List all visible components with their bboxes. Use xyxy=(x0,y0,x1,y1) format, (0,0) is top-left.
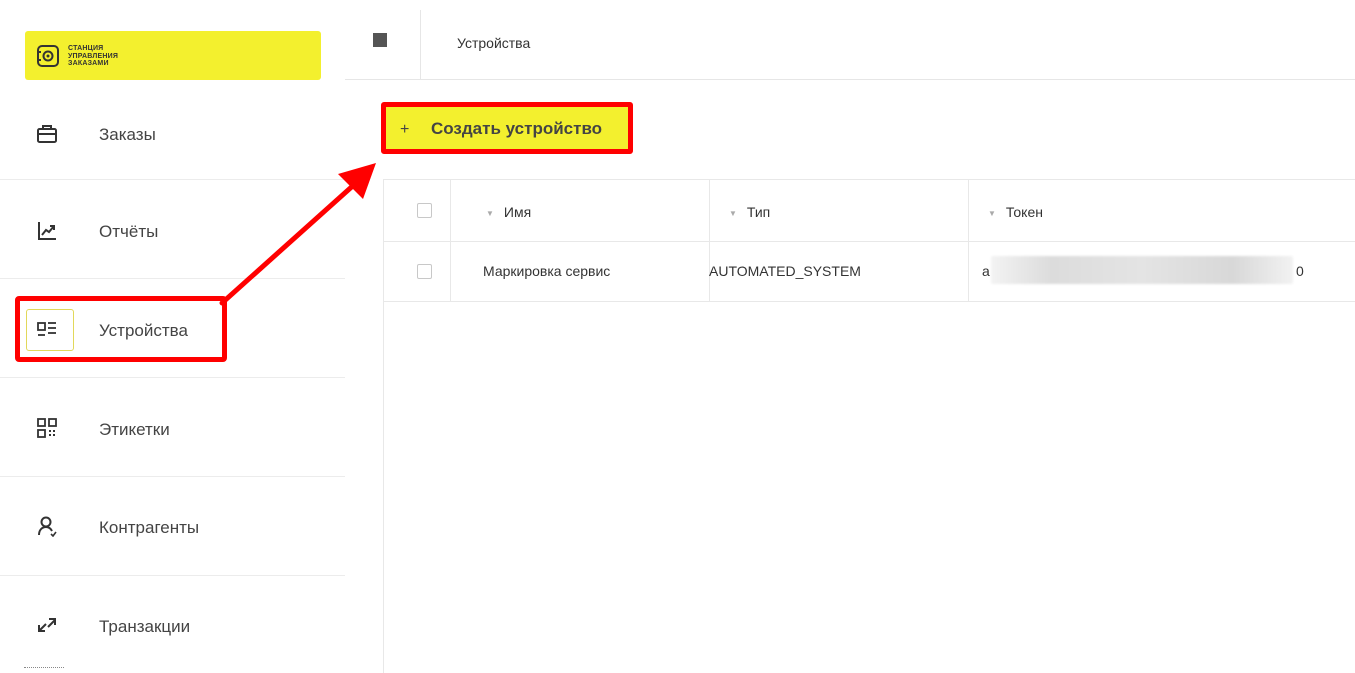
sidebar-item-labels[interactable]: Этикетки xyxy=(0,378,345,477)
devices-table: ▼ Имя ▼ Тип ▼ Токен Маркировка сервис AUTOM… xyxy=(383,179,1355,673)
user-icon xyxy=(38,516,57,537)
create-device-label: Создать устройство xyxy=(431,119,603,138)
select-all-checkbox[interactable] xyxy=(417,203,432,218)
sort-icon: ▼ xyxy=(729,208,737,218)
sidebar-item-reports[interactable]: Отчёты xyxy=(0,180,345,279)
app-logo[interactable]: СТАНЦИЯ УПРАВЛЕНИЯ ЗАКАЗАМИ xyxy=(25,31,321,80)
column-header-label: Тип xyxy=(746,204,771,220)
column-divider xyxy=(968,242,969,301)
column-header-type[interactable]: ▼ Тип xyxy=(729,204,770,220)
cell-token-end: 0 xyxy=(1296,263,1304,279)
cell-token-start: a xyxy=(982,263,990,279)
transfer-icon xyxy=(38,618,56,632)
logo-text: СТАНЦИЯ УПРАВЛЕНИЯ ЗАКАЗАМИ xyxy=(68,45,118,68)
topbar-divider xyxy=(420,10,421,80)
briefcase-icon xyxy=(37,125,57,143)
column-divider xyxy=(450,242,451,301)
logo-line-1: СТАНЦИЯ xyxy=(68,45,104,52)
column-header-name[interactable]: ▼ Имя xyxy=(486,204,531,220)
sidebar-item-orders[interactable]: Заказы xyxy=(0,81,345,180)
sidebar-item-label: Этикетки xyxy=(99,420,170,439)
sidebar-item-transactions[interactable]: Транзакции xyxy=(0,576,345,673)
sidebar-item-label: Отчёты xyxy=(99,222,159,241)
column-header-label: Имя xyxy=(503,204,532,220)
token-redacted xyxy=(991,256,1293,284)
table-row[interactable]: Маркировка сервис AUTOMATED_SYSTEM a 0 xyxy=(384,242,1355,302)
chart-icon xyxy=(38,222,56,240)
sidebar-item-label: Контрагенты xyxy=(99,518,200,537)
qr-code-icon xyxy=(37,418,57,438)
table-header: ▼ Имя ▼ Тип ▼ Токен xyxy=(384,180,1355,242)
column-divider xyxy=(450,180,451,241)
page-title: Устройства xyxy=(457,35,531,51)
cell-type: AUTOMATED_SYSTEM xyxy=(709,263,861,279)
highlight-box xyxy=(15,296,227,362)
scroll-indicator xyxy=(24,667,64,668)
create-device-button[interactable]: + Создать устройство xyxy=(381,102,633,154)
logo-line-2: УПРАВЛЕНИЯ xyxy=(68,52,119,60)
sort-icon: ▼ xyxy=(988,208,996,218)
topbar: Устройства xyxy=(345,10,1355,80)
safe-icon xyxy=(37,45,59,67)
sidebar-item-label: Транзакции xyxy=(99,617,191,636)
cell-name: Маркировка сервис xyxy=(483,263,611,279)
row-checkbox[interactable] xyxy=(417,264,432,279)
logo-line-3: ЗАКАЗАМИ xyxy=(68,60,109,67)
sidebar-item-contractors[interactable]: Контрагенты xyxy=(0,477,345,576)
column-header-token[interactable]: ▼ Токен xyxy=(988,204,1043,220)
sort-icon: ▼ xyxy=(486,208,494,218)
column-divider xyxy=(709,180,710,241)
menu-toggle-icon[interactable] xyxy=(373,33,387,47)
column-header-label: Токен xyxy=(1005,204,1043,220)
sidebar-item-label: Заказы xyxy=(99,125,156,144)
plus-icon: + xyxy=(400,121,410,138)
column-divider xyxy=(968,180,969,241)
